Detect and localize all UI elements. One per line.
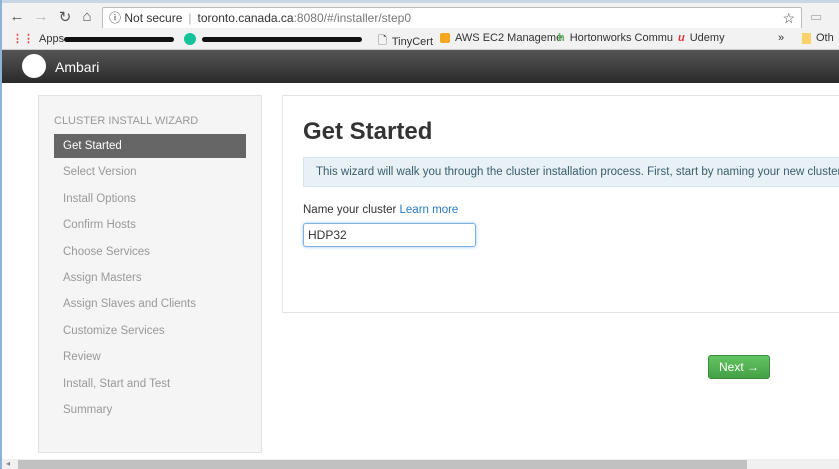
- wizard-step[interactable]: Install Options: [54, 187, 246, 211]
- info-icon: ⓘ: [109, 11, 122, 25]
- wizard-step[interactable]: Choose Services: [54, 240, 246, 264]
- home-icon[interactable]: ⌂: [78, 8, 96, 25]
- back-icon[interactable]: ←: [8, 8, 26, 25]
- wizard-step[interactable]: Customize Services: [54, 319, 246, 343]
- app-header: Ambari: [2, 50, 839, 83]
- wizard-step[interactable]: Assign Masters: [54, 266, 246, 290]
- folder-icon: [802, 32, 811, 44]
- scrollbar-thumb[interactable]: [18, 460, 747, 469]
- bookmark-label: Udemy: [689, 32, 725, 44]
- brand-name[interactable]: Ambari: [55, 59, 99, 75]
- bookmark-label: Hortonworks Commu: [569, 32, 674, 44]
- next-button[interactable]: Next →: [708, 355, 770, 379]
- wizard-step[interactable]: Review: [54, 345, 246, 369]
- reload-icon[interactable]: ↻: [56, 8, 74, 26]
- address-bar[interactable]: ⓘ Not secure | toronto.canada.ca:8080/#/in…: [102, 7, 802, 29]
- security-label: Not secure: [124, 11, 183, 25]
- redacted-bookmark: [64, 37, 174, 42]
- bookmarks-bar: ⋮⋮ Apps 🗋 TinyCert AWS EC2 Manageme h Horto…: [2, 28, 839, 50]
- wizard-step[interactable]: Summary: [54, 398, 246, 422]
- info-alert: This wizard will walk you through the cl…: [303, 157, 839, 187]
- wizard-step[interactable]: Assign Slaves and Clients: [54, 292, 246, 316]
- wizard-step[interactable]: Get Started: [54, 134, 246, 158]
- cluster-name-input[interactable]: [303, 223, 476, 247]
- bookmark-tinycert[interactable]: 🗋 TinyCert: [378, 32, 433, 51]
- bookmark-label: AWS EC2 Manageme: [455, 32, 563, 44]
- udemy-icon: u: [678, 32, 685, 44]
- bookmark-label: Apps: [39, 32, 65, 45]
- browser-toolbar: ← → ↻ ⌂ ⓘ Not secure | toronto.canada.ca:8…: [2, 0, 839, 29]
- hortonworks-icon: h: [558, 32, 565, 44]
- bookmark-hortonworks[interactable]: h Hortonworks Commu: [558, 32, 673, 44]
- overflow-label: »: [778, 32, 785, 44]
- wizard-step[interactable]: Select Version: [54, 160, 246, 184]
- scroll-left-icon[interactable]: ◂: [6, 459, 10, 468]
- bookmark-label: TinyCert: [391, 35, 434, 48]
- bookmark-aws[interactable]: AWS EC2 Manageme: [440, 32, 562, 44]
- grammarly-icon: [184, 33, 196, 45]
- cluster-name-label: Name your cluster Learn more: [303, 204, 458, 216]
- url-path: :8080/#/installer/step0: [293, 11, 412, 25]
- bookmark-star-icon[interactable]: ☆: [782, 8, 795, 28]
- field-label: Name your cluster: [303, 204, 397, 216]
- apps-grid-icon: ⋮⋮: [12, 33, 34, 45]
- aws-icon: [440, 33, 450, 43]
- bookmark-apps[interactable]: ⋮⋮ Apps: [12, 32, 65, 46]
- wizard-step[interactable]: Install, Start and Test: [54, 372, 246, 396]
- learn-more-link[interactable]: Learn more: [400, 204, 459, 216]
- bookmark-other[interactable]: Oth: [802, 32, 834, 44]
- bookmark-udemy[interactable]: u Udemy: [678, 32, 725, 44]
- wizard-sidebar: Cluster Install Wizard Get Started Select…: [38, 95, 262, 453]
- page-icon: 🗋: [378, 35, 387, 47]
- ambari-logo-icon[interactable]: [22, 54, 46, 78]
- bookmarks-overflow[interactable]: »: [778, 32, 784, 44]
- forward-icon[interactable]: →: [32, 8, 50, 25]
- sidebar-title: Cluster Install Wizard: [54, 115, 199, 127]
- page-title: Get Started: [303, 118, 433, 145]
- main-panel: Get Started This wizard will walk you th…: [282, 95, 839, 313]
- bookmark-label: Oth: [816, 32, 834, 44]
- redacted-bookmark: [202, 37, 362, 42]
- extension-icon[interactable]: ▭: [810, 9, 822, 25]
- url-host: toronto.canada.ca: [197, 11, 294, 25]
- wizard-step[interactable]: Confirm Hosts: [54, 213, 246, 237]
